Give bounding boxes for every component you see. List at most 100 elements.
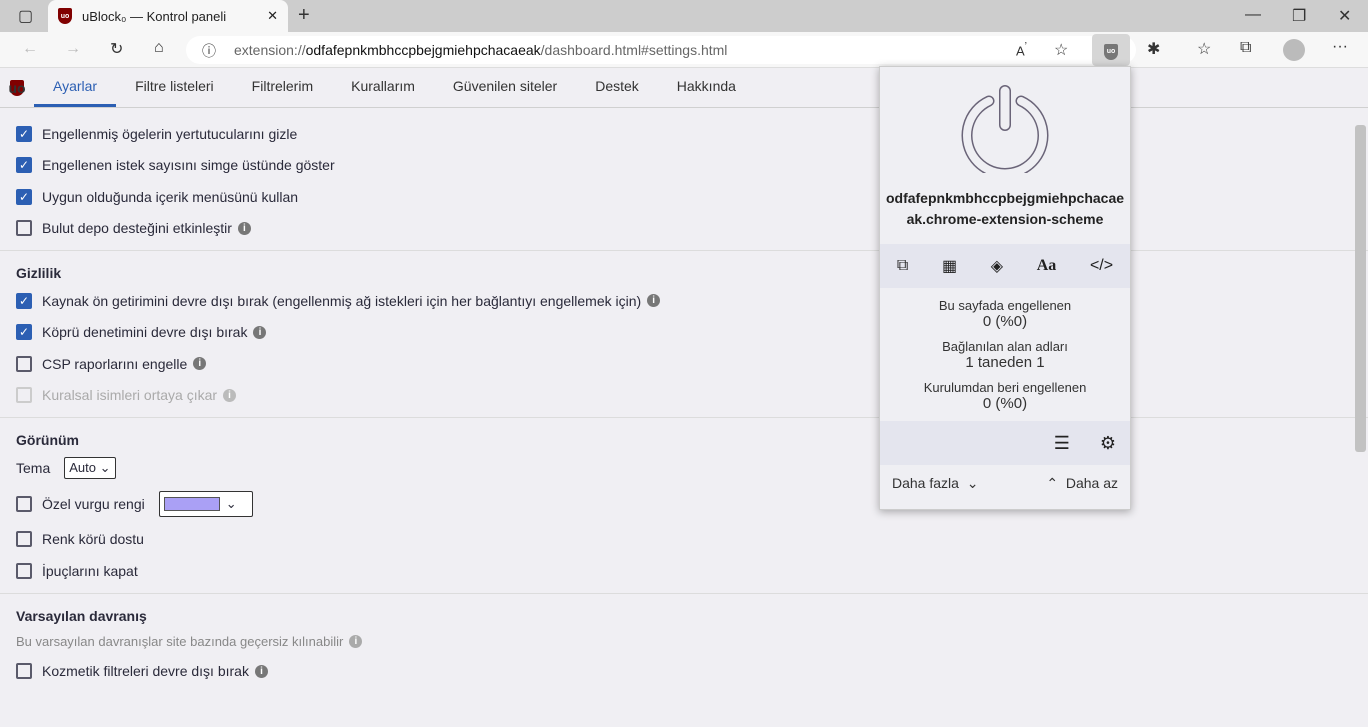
setting-colorblind[interactable]: Renk körü dostu xyxy=(16,524,1352,556)
info-icon[interactable]: i xyxy=(237,221,251,235)
no-popups-icon[interactable]: ⧉ xyxy=(897,257,908,275)
info-icon[interactable]: i xyxy=(349,635,363,648)
collections-icon[interactable]: ⧉ xyxy=(1240,39,1251,57)
section-title: Görünüm xyxy=(0,417,1368,452)
setting-cloud-storage[interactable]: Bulut depo desteğini etkinleştir i xyxy=(16,213,1352,245)
setting-context-menu[interactable]: ✓ Uygun olduğunda içerik menüsünü kullan xyxy=(16,181,1352,213)
setting-hyperlink-auditing[interactable]: ✓ Köprü denetimini devre dışı bırak i xyxy=(16,317,1352,349)
setting-hide-placeholders[interactable]: ✓ Engellenmiş ögelerin yertutucularını gi… xyxy=(16,118,1352,150)
ublock-icon: uo xyxy=(58,8,72,24)
label: Bulut depo desteğini etkinleştir xyxy=(42,220,232,237)
tab-destek[interactable]: Destek xyxy=(576,78,658,107)
power-icon[interactable] xyxy=(959,83,1051,179)
setting-csp-reports[interactable]: CSP raporlarını engelle i xyxy=(16,348,1352,380)
read-aloud-icon[interactable]: Aʼ xyxy=(1016,41,1027,58)
checkbox[interactable] xyxy=(16,531,32,548)
refresh-icon[interactable]: ↻ xyxy=(110,39,123,59)
tab-guvenilen-siteler[interactable]: Güvenilen siteler xyxy=(434,78,576,107)
tab-kurallarim[interactable]: Kurallarım xyxy=(332,78,434,107)
address-bar-row: ← → ↻ ⌂ ⓘ extension://odfafepnkmbhccpbej… xyxy=(0,32,1368,68)
setting-show-badge[interactable]: ✓ Engellenen istek sayısını simge üstünde… xyxy=(16,150,1352,182)
profile-avatar[interactable] xyxy=(1283,39,1305,61)
scrollbar[interactable] xyxy=(1355,125,1366,452)
minimize-icon[interactable]: — xyxy=(1245,6,1261,24)
label: CSP raporlarını engelle xyxy=(42,355,188,372)
accent-color-picker[interactable]: ⌄ xyxy=(158,490,253,517)
restore-icon[interactable]: ❐ xyxy=(1292,6,1306,26)
setting-accent[interactable]: Özel vurgu rengi ⌄ xyxy=(16,484,1352,524)
section-title: Varsayılan davranış xyxy=(0,592,1368,628)
url-input[interactable]: ⓘ extension://odfafepnkmbhccpbejgmiehpch… xyxy=(186,36,1136,64)
ublock-popup: odfafepnkmbhccpbejgmiehpchacae ak.chrome-… xyxy=(879,66,1131,510)
home-icon[interactable]: ⌂ xyxy=(154,39,164,57)
info-icon[interactable]: ⓘ xyxy=(202,41,216,61)
favorite-icon[interactable]: ☆ xyxy=(1054,40,1068,60)
tab-hakkinda[interactable]: Hakkında xyxy=(658,78,755,107)
ublock-extension-button[interactable]: uo xyxy=(1092,34,1130,66)
no-scripts-icon[interactable]: </> xyxy=(1090,257,1113,275)
more-button[interactable]: Daha fazla ⌄ xyxy=(892,475,978,492)
label: Kozmetik filtreleri devre dışı bırak xyxy=(42,663,249,680)
label: Renk körü dostu xyxy=(42,531,144,548)
label: Özel vurgu rengi xyxy=(42,495,145,512)
label: Engellenen istek sayısını simge üstünde … xyxy=(42,157,335,174)
no-cosmetic-icon[interactable]: ◈ xyxy=(991,256,1003,276)
hostname-line: ak.chrome-extension-scheme xyxy=(906,211,1104,227)
info-icon[interactable]: i xyxy=(647,294,661,308)
checkbox[interactable] xyxy=(16,495,32,512)
favorites-icon[interactable]: ☆ xyxy=(1197,39,1211,59)
no-media-icon[interactable]: ▦ xyxy=(942,256,957,276)
label: Kaynak ön getirimini devre dışı bırak (e… xyxy=(42,292,642,309)
dashboard-nav: uo Ayarlar Filtre listeleri Filtrelerim … xyxy=(0,68,1368,108)
browser-tab[interactable]: uo uBlock₀ — Kontrol paneli ✕ xyxy=(48,0,288,32)
checkbox[interactable]: ✓ xyxy=(16,188,32,205)
power-button[interactable] xyxy=(880,67,1130,179)
setting-prefetch[interactable]: ✓ Kaynak ön getirimini devre dışı bırak (… xyxy=(16,285,1352,317)
label: Tema xyxy=(16,459,51,476)
extensions-icon[interactable]: ✱ xyxy=(1147,39,1160,59)
theme-value: Auto xyxy=(69,460,96,476)
tab-filtrelerim[interactable]: Filtrelerim xyxy=(233,78,332,107)
checkbox[interactable] xyxy=(16,562,32,579)
url-prefix: extension:// xyxy=(234,42,306,58)
new-tab-icon[interactable]: + xyxy=(298,4,310,27)
ublock-logo: uo xyxy=(8,80,26,96)
section-title: Gizlilik xyxy=(0,250,1368,285)
checkbox[interactable]: ✓ xyxy=(16,324,32,341)
hostname: odfafepnkmbhccpbejgmiehpchacae ak.chrome-… xyxy=(880,188,1130,230)
tab-filtre-listeleri[interactable]: Filtre listeleri xyxy=(116,78,233,107)
tab-actions-icon[interactable]: ▢ xyxy=(18,6,33,26)
setting-cosmetic[interactable]: Kozmetik filtreleri devre dışı bırak i xyxy=(16,656,1352,688)
label: Daha fazla xyxy=(892,475,959,491)
dashboard-gears-icon[interactable]: ⚙ xyxy=(1100,433,1116,454)
back-icon[interactable]: ← xyxy=(22,40,38,58)
checkbox[interactable]: ✓ xyxy=(16,125,32,142)
tab-ayarlar[interactable]: Ayarlar xyxy=(34,78,117,107)
close-window-icon[interactable]: ✕ xyxy=(1338,6,1351,26)
forward-icon[interactable]: → xyxy=(65,40,81,58)
checkbox[interactable] xyxy=(16,663,32,680)
setting-tooltips[interactable]: İpuçlarını kapat xyxy=(16,555,1352,587)
note: Bu varsayılan davranışlar site bazında g… xyxy=(16,634,344,649)
info-icon[interactable]: i xyxy=(223,388,237,402)
theme-select[interactable]: Auto ⌄ xyxy=(64,456,116,479)
less-button[interactable]: ⌃ Daha az xyxy=(1046,475,1118,492)
popup-actions: ☰ ⚙ xyxy=(880,421,1130,465)
label: Daha az xyxy=(1065,475,1118,491)
no-fonts-icon[interactable]: Aa xyxy=(1037,257,1057,275)
info-icon[interactable]: i xyxy=(253,325,267,339)
more-icon[interactable]: ··· xyxy=(1332,38,1348,56)
checkbox[interactable] xyxy=(16,220,32,237)
logger-icon[interactable]: ☰ xyxy=(1054,433,1070,454)
checkbox[interactable] xyxy=(16,355,32,372)
popup-stats: Bu sayfada engellenen 0 (%0) Bağlanılan a… xyxy=(880,288,1130,412)
checkbox[interactable]: ✓ xyxy=(16,157,32,174)
close-tab-icon[interactable]: ✕ xyxy=(267,8,278,24)
info-icon[interactable]: i xyxy=(193,357,207,371)
label: Engellenmiş ögelerin yertutucularını giz… xyxy=(42,125,298,142)
label: Köprü denetimini devre dışı bırak xyxy=(42,324,248,341)
hostname-line: odfafepnkmbhccpbejgmiehpchacae xyxy=(885,190,1125,206)
checkbox[interactable]: ✓ xyxy=(16,292,32,309)
label: İpuçlarını kapat xyxy=(42,562,138,579)
info-icon[interactable]: i xyxy=(254,664,268,678)
